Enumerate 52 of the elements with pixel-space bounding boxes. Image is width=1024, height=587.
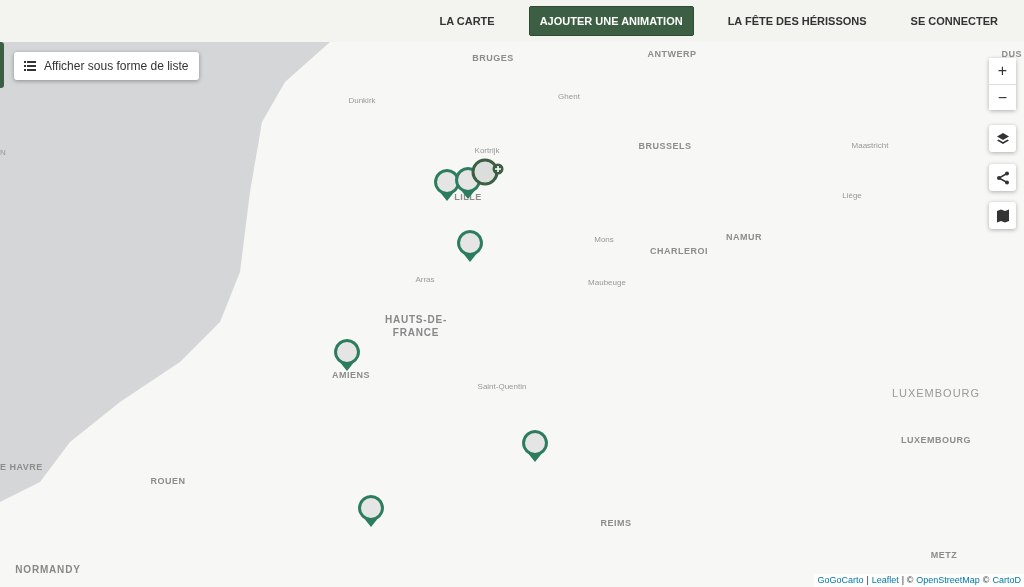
map-label: REIMS (600, 517, 632, 531)
map-label: HAUTS-DE- (384, 312, 448, 327)
add-animation-button[interactable]: AJOUTER UNE ANIMATION (528, 5, 694, 37)
map-label: BRUGES (472, 52, 514, 66)
map-label: Mons (594, 234, 614, 246)
nav-link[interactable]: SE CONNECTER (900, 6, 1008, 36)
map-label: Dunkirk (348, 95, 376, 107)
attribution-link[interactable]: CartoD (992, 573, 1021, 587)
map-label: FRANCE (392, 325, 440, 340)
attribution-text: © (982, 573, 990, 587)
sidebar-handle[interactable] (0, 42, 4, 88)
attribution-text: | © (901, 573, 914, 587)
map-label: N (0, 147, 6, 159)
zoom-out-button[interactable]: − (989, 84, 1016, 110)
map-tool-button[interactable] (989, 202, 1016, 229)
map-pin[interactable] (521, 429, 549, 463)
map-label: LILLE (454, 191, 482, 205)
map-label: METZ (930, 549, 958, 563)
map-label: Maubeuge (588, 277, 626, 289)
zoom-in-button[interactable]: + (989, 58, 1016, 84)
map-label: LUXEMBOURG (891, 385, 981, 401)
map-tool-button[interactable] (989, 125, 1016, 152)
map-label: Ghent (558, 91, 580, 103)
nav-link[interactable]: LA FÊTE DES HÉRISSONS (717, 6, 877, 36)
layers-icon (995, 131, 1010, 146)
list-view-button[interactable]: Afficher sous forme de liste (14, 52, 199, 80)
share-icon (995, 170, 1010, 185)
map-label: E HAVRE (0, 461, 43, 475)
attribution-link[interactable]: GoGoCarto (817, 573, 864, 587)
list-icon (24, 61, 36, 71)
map-label: LUXEMBOURG (901, 434, 971, 448)
map-label: CHARLEROI (650, 245, 708, 259)
map-pin[interactable] (357, 494, 385, 528)
map-label: ROUEN (150, 475, 186, 489)
map-label: AMIENS (332, 369, 370, 383)
attribution-text: | (866, 573, 869, 587)
map-label: ANTWERP (647, 48, 697, 62)
attribution-link[interactable]: OpenStreetMap (916, 573, 980, 587)
map-label: Kortrijk (474, 145, 500, 157)
map-label: NAMUR (726, 231, 762, 245)
map-icon (995, 208, 1010, 223)
map-label: BRUSSELS (638, 140, 692, 154)
map-label: Maastricht (851, 140, 889, 152)
map-tool-button[interactable] (989, 164, 1016, 191)
map-pin[interactable] (333, 338, 361, 372)
map-label: NORMANDY (15, 562, 81, 577)
map-label: Arras (415, 274, 435, 286)
attribution-link[interactable]: Leaflet (871, 573, 899, 587)
map-label: Liège (842, 190, 862, 202)
nav-link[interactable]: LA CARTE (429, 6, 505, 36)
map-pin[interactable] (456, 229, 484, 263)
map-label: Saint-Quentin (477, 381, 527, 393)
